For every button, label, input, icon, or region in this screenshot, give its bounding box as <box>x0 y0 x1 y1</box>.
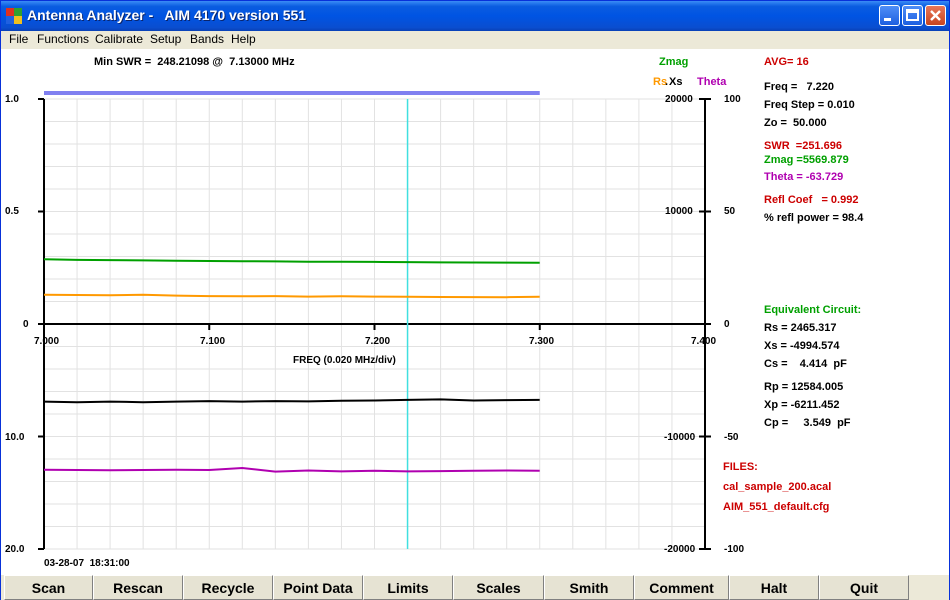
cs-value: Cs = 4.414 pF <box>764 358 847 370</box>
zo-readout: Zo = 50.000 <box>764 117 827 129</box>
series-line-theta <box>43 466 540 473</box>
function-button-bar: Scan Rescan Recycle Point Data Limits Sc… <box>1 575 949 600</box>
y-tick-deg-neg100: -100 <box>724 544 745 555</box>
y-tick-ohms-neg20000: -20000 <box>664 544 696 555</box>
smith-button[interactable]: Smith <box>544 575 634 600</box>
y-tick-swr-top-max: 1.0 <box>5 94 19 105</box>
limits-button[interactable]: Limits <box>363 575 453 600</box>
equiv-circuit-title: Equivalent Circuit: <box>764 304 862 316</box>
grid <box>38 98 711 550</box>
y-tick-swr-top-mid: 0.5 <box>5 206 19 217</box>
y-tick-swr-bottom-max: 20.0 <box>5 544 25 555</box>
avg-readout: AVG= 16 <box>764 56 809 68</box>
legend-theta: Theta <box>697 76 727 88</box>
swr-readout: SWR =251.696 <box>764 140 842 152</box>
y-tick-deg-100: 100 <box>724 94 741 105</box>
series-line-xs <box>43 398 540 404</box>
y-tick-deg-neg50: -50 <box>724 432 739 443</box>
rp-value: Rp = 12584.005 <box>764 381 844 393</box>
series-line-zmag <box>43 258 540 264</box>
x-tick-7300: 7.300 <box>529 336 555 347</box>
y-tick-swr-bottom-mid: 10.0 <box>5 432 25 443</box>
zmag-readout: Zmag =5569.879 <box>764 154 849 166</box>
theta-readout: Theta = -63.729 <box>764 171 844 183</box>
y-tick-deg-0: 0 <box>724 319 730 330</box>
x-tick-7400: 7.400 <box>691 336 717 347</box>
cfg-file: AIM_551_default.cfg <box>723 501 830 513</box>
refl-coef-readout: Refl Coef = 0.992 <box>764 194 859 206</box>
refl-power-readout: % refl power = 98.4 <box>764 212 864 224</box>
chart-marks <box>43 91 540 549</box>
y-tick-swr-top-zero: 0 <box>23 319 29 330</box>
xp-value: Xp = -6211.452 <box>764 399 840 411</box>
freq-step-readout: Freq Step = 0.010 <box>764 99 855 111</box>
y-tick-ohms-20000: 20000 <box>665 94 693 105</box>
legend-dot: . <box>665 76 669 88</box>
rescan-button[interactable]: Rescan <box>93 575 183 600</box>
files-title: FILES: <box>723 461 758 473</box>
freq-readout: Freq = 7.220 <box>764 81 835 93</box>
min-swr-label: Min SWR = 248.21098 @ 7.13000 MHz <box>94 56 295 68</box>
quit-button[interactable]: Quit <box>819 575 909 600</box>
app-window: Antenna Analyzer - AIM 4170 version 551 … <box>0 0 950 600</box>
freq-axis-label: FREQ (0.020 MHz/div) <box>293 355 396 366</box>
y-tick-deg-50: 50 <box>724 206 736 217</box>
legend-zmag: Zmag <box>659 56 689 68</box>
x-tick-7000: 7.000 <box>34 336 60 347</box>
y-tick-ohms-10000: 10000 <box>665 206 693 217</box>
timestamp: 03-28-07 18:31:00 <box>44 558 130 569</box>
cal-file: cal_sample_200.acal <box>723 481 832 493</box>
scales-button[interactable]: Scales <box>453 575 544 600</box>
halt-button[interactable]: Halt <box>729 575 819 600</box>
scan-button[interactable]: Scan <box>4 575 93 600</box>
y-tick-ohms-neg10000: -10000 <box>664 432 696 443</box>
rs-value: Rs = 2465.317 <box>764 322 837 334</box>
recycle-button[interactable]: Recycle <box>183 575 273 600</box>
xs-value: Xs = -4994.574 <box>764 340 840 352</box>
point-data-button[interactable]: Point Data <box>273 575 363 600</box>
comment-button[interactable]: Comment <box>634 575 729 600</box>
series-line-rs <box>43 293 540 299</box>
x-tick-7200: 7.200 <box>365 336 391 347</box>
cp-value: Cp = 3.549 pF <box>764 417 851 429</box>
legend-xs: Xs <box>669 76 683 88</box>
x-tick-7100: 7.100 <box>200 336 226 347</box>
